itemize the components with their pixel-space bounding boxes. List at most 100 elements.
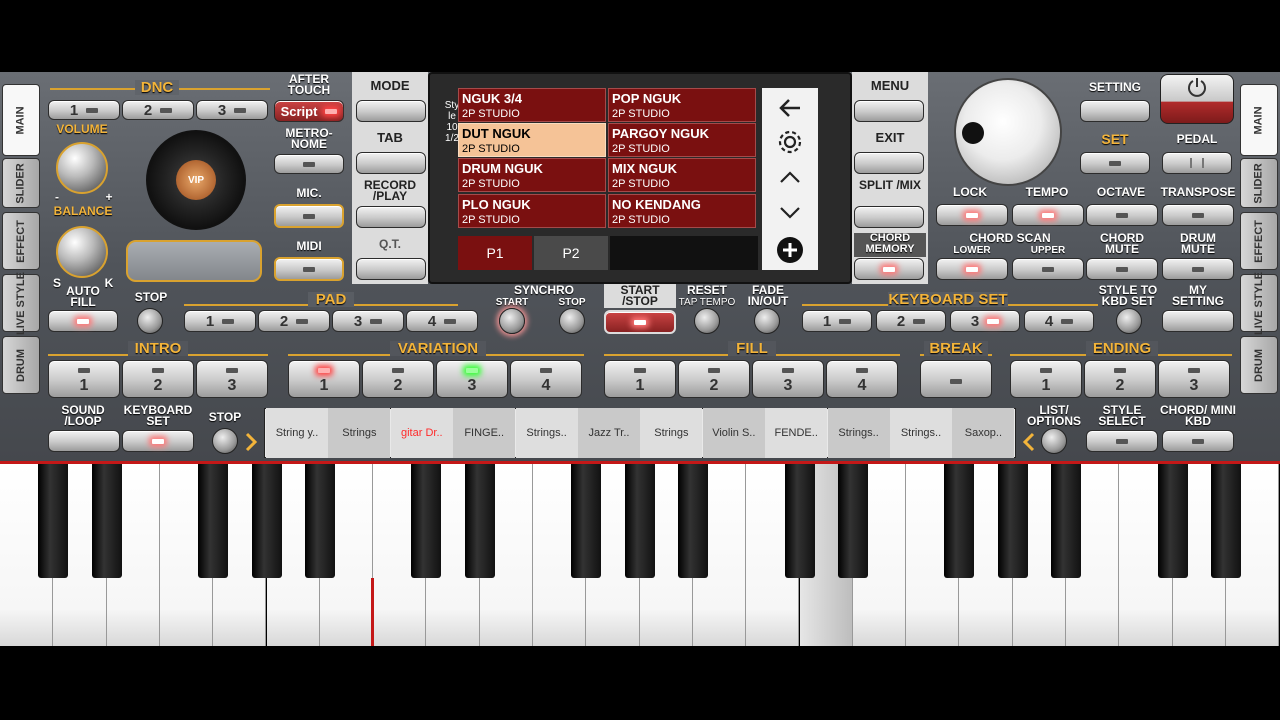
tempo-button[interactable] [1012,204,1084,226]
style-item[interactable]: PLO NGUK 2P STUDIO [458,194,606,228]
set-button[interactable] [1080,152,1150,174]
style-item[interactable]: DRUM NGUK 2P STUDIO [458,158,606,192]
mic-button[interactable] [274,204,344,228]
black-key[interactable] [784,464,815,578]
style-item-selected[interactable]: DUT NGUK 2P STUDIO [458,123,606,157]
qt-button[interactable] [356,258,426,280]
fill-button-2[interactable]: 2 [678,360,750,398]
style-item[interactable]: NO KENDANG 2P STUDIO [608,194,756,228]
voice-item[interactable]: Strings.. [515,408,578,458]
voice-item[interactable]: Strings.. [827,408,890,458]
record-play-button[interactable] [356,206,426,228]
fill-button-1[interactable]: 1 [604,360,676,398]
dnc-button-2[interactable]: 2 [122,100,194,120]
variation-button-4[interactable]: 4 [510,360,582,398]
start-stop-button[interactable] [604,310,676,334]
tab-button[interactable] [356,152,426,174]
fill-button-3[interactable]: 3 [752,360,824,398]
black-key[interactable] [944,464,975,578]
side-tab-main-right[interactable]: MAIN [1240,84,1278,156]
break-button[interactable] [920,360,992,398]
voice-item[interactable]: FENDE.. [765,408,828,458]
side-tab-live-style-right[interactable]: LIVE STYLE [1240,272,1278,334]
side-tab-main-left[interactable]: MAIN [2,84,40,156]
add-icon[interactable] [776,236,804,264]
black-key[interactable] [251,464,282,578]
transpose-button[interactable] [1162,204,1234,226]
setting-button[interactable] [1080,100,1150,122]
pad-button-3[interactable]: 3 [332,310,404,332]
pad-button-4[interactable]: 4 [406,310,478,332]
scroll-left-arrow-icon[interactable] [244,432,258,452]
chord-memory-button[interactable] [854,258,924,280]
voice-item[interactable]: Jazz Tr.. [578,408,640,458]
pad-button-2[interactable]: 2 [258,310,330,332]
variation-button-2[interactable]: 2 [362,360,434,398]
voice-stop-button[interactable] [212,428,238,454]
drum-mute-button[interactable] [1162,258,1234,280]
keyboard-set-button-3[interactable]: 3 [950,310,1020,332]
black-key[interactable] [1051,464,1081,578]
ending-button-1[interactable]: 1 [1010,360,1082,398]
voice-item[interactable]: Violin S.. [702,408,765,458]
pad-stop-button[interactable] [137,308,163,334]
lock-button[interactable] [936,204,1008,226]
black-key[interactable] [1157,464,1188,578]
pad-button-1[interactable]: 1 [184,310,256,332]
variation-button-3[interactable]: 3 [436,360,508,398]
voice-item[interactable]: Strings [640,408,703,458]
intro-button-3[interactable]: 3 [196,360,268,398]
variation-button-1[interactable]: 1 [288,360,360,398]
style-item[interactable]: NGUK 3/4 2P STUDIO [458,88,606,122]
list-options-button[interactable] [1041,428,1067,454]
black-key[interactable] [304,464,335,578]
style-item[interactable]: POP NGUK 2P STUDIO [608,88,756,122]
style-select-button[interactable] [1086,430,1158,452]
voice-item[interactable]: Strings.. [890,408,952,458]
side-tab-drum-right[interactable]: DRUM [1240,336,1278,394]
synchro-start-button[interactable] [499,308,525,334]
ending-button-2[interactable]: 2 [1084,360,1156,398]
black-key[interactable] [624,464,655,578]
back-arrow-icon[interactable] [776,94,804,122]
midi-button[interactable] [274,257,344,281]
side-tab-drum-left[interactable]: DRUM [2,336,40,394]
side-tab-effect-right[interactable]: EFFECT [1240,212,1278,270]
black-key[interactable] [677,464,708,578]
page-tab-p1[interactable]: P1 [458,236,532,270]
style-item[interactable]: MIX NGUK 2P STUDIO [608,158,756,192]
side-tab-slider-right[interactable]: SLIDER [1240,158,1278,208]
split-mix-button[interactable] [854,206,924,228]
black-key[interactable] [837,464,868,578]
side-tab-slider-left[interactable]: SLIDER [2,158,40,208]
script-button[interactable]: Script [274,100,344,122]
auto-fill-button[interactable] [48,310,118,332]
voice-item[interactable]: Saxop.. [952,408,1015,458]
volume-knob[interactable] [56,142,108,194]
chevron-up-icon[interactable] [778,168,802,186]
black-key[interactable] [411,464,442,578]
chevron-down-icon[interactable] [778,204,802,222]
keyboard-set-button-4[interactable]: 4 [1024,310,1094,332]
side-tab-effect-left[interactable]: EFFECT [2,212,40,270]
black-key[interactable] [571,464,602,578]
my-setting-button[interactable] [1162,310,1234,332]
black-key[interactable] [997,464,1028,578]
style-to-kbd-button[interactable] [1116,308,1142,334]
black-key[interactable] [464,464,495,578]
metronome-button[interactable] [274,154,344,174]
black-key[interactable] [1210,464,1241,578]
black-key[interactable] [38,464,69,578]
reset-button[interactable] [694,308,720,334]
synchro-stop-button[interactable] [559,308,585,334]
gear-icon[interactable] [776,128,804,156]
pedal-button[interactable] [1162,152,1232,174]
voice-item[interactable]: gitar Dr.. [390,408,453,458]
chord-mini-button[interactable] [1162,430,1234,452]
fade-button[interactable] [754,308,780,334]
ending-button-3[interactable]: 3 [1158,360,1230,398]
black-key[interactable] [198,464,229,578]
octave-button[interactable] [1086,204,1158,226]
keyboard-set-toggle-button[interactable] [122,430,194,452]
page-tab-p2[interactable]: P2 [534,236,608,270]
